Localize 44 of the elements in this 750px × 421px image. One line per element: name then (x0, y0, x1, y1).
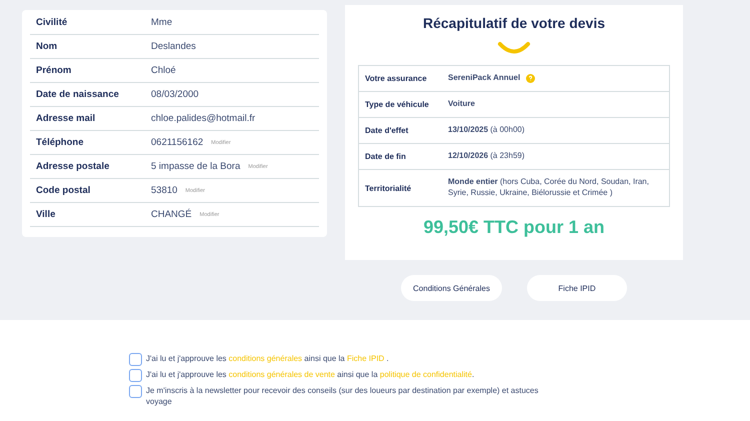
summary-value: Voiture (448, 99, 475, 110)
summary-label: Type de véhicule (365, 100, 430, 109)
field-label: Civilité (36, 17, 68, 28)
summary-value: 13/10/2025 (à 00h00) (448, 125, 525, 136)
field-label: Date de naissance (36, 89, 120, 100)
field-label: Prénom (36, 65, 72, 76)
field-label: Code postal (36, 185, 92, 196)
summary-title: Récapitulatif de votre devis (422, 15, 606, 31)
document-button[interactable]: Fiche IPID (526, 275, 627, 301)
summary-label: Votre assurance (365, 74, 428, 83)
field-label: Nom (36, 41, 58, 52)
consent-link[interactable]: Fiche IPID (346, 354, 384, 363)
summary-label: Territorialité (365, 184, 412, 192)
consent-link[interactable]: conditions générales (228, 354, 302, 363)
checkbox[interactable] (129, 385, 142, 398)
field-value: chloe.palides@hotmail.fr (151, 113, 256, 124)
field-value: 53810 (151, 185, 178, 196)
summary-value: SereniPack Annuel (448, 73, 520, 84)
field-value: 5 impasse de la Bora (151, 161, 240, 172)
checkbox[interactable] (129, 369, 142, 382)
consent-text: J'ai lu et j'approuve les conditions générales de vente ainsi que la politique de confidentialité. (146, 370, 474, 381)
summary-value: 12/10/2026 (à 23h59) (448, 151, 525, 162)
consent-link[interactable]: politique de confidentialité (380, 370, 472, 379)
summary-label: Date de fin (365, 152, 407, 161)
field-value: Mme (151, 17, 172, 28)
info-icon[interactable] (526, 74, 536, 83)
field-value: 0621156162 (151, 137, 204, 148)
summary-value: Monde entier (hors Cuba, Corée du Nord, Soudan, Iran, Syrie, Russie, Ukraine, Biélorussie et Crimée ) (448, 177, 650, 199)
field-value: Deslandes (151, 41, 196, 52)
consent-text: Je m'inscris à la newsletter pour recevoir des conseils (sur des loueurs par destination par exemple) et astuces voyage (146, 386, 540, 408)
summary-label: Date d'effet (365, 126, 410, 135)
field-label: Ville (36, 209, 56, 220)
checkbox[interactable] (129, 353, 142, 366)
field-value: 08/03/2000 (151, 89, 199, 100)
price-total: 99,50€ TTC pour 1 an (423, 217, 605, 238)
consent-link[interactable]: conditions générales de vente (228, 370, 335, 379)
field-label: Adresse postale (36, 161, 110, 172)
field-value: Chloé (151, 65, 176, 76)
consent-text: J'ai lu et j'approuve les conditions générales ainsi que la Fiche IPID . (146, 354, 389, 365)
field-label: Téléphone (36, 137, 85, 148)
field-value: CHANGÉ (151, 209, 192, 220)
field-label: Adresse mail (36, 113, 96, 124)
document-button[interactable]: Conditions Générales (401, 275, 502, 301)
smile-icon (497, 41, 531, 55)
